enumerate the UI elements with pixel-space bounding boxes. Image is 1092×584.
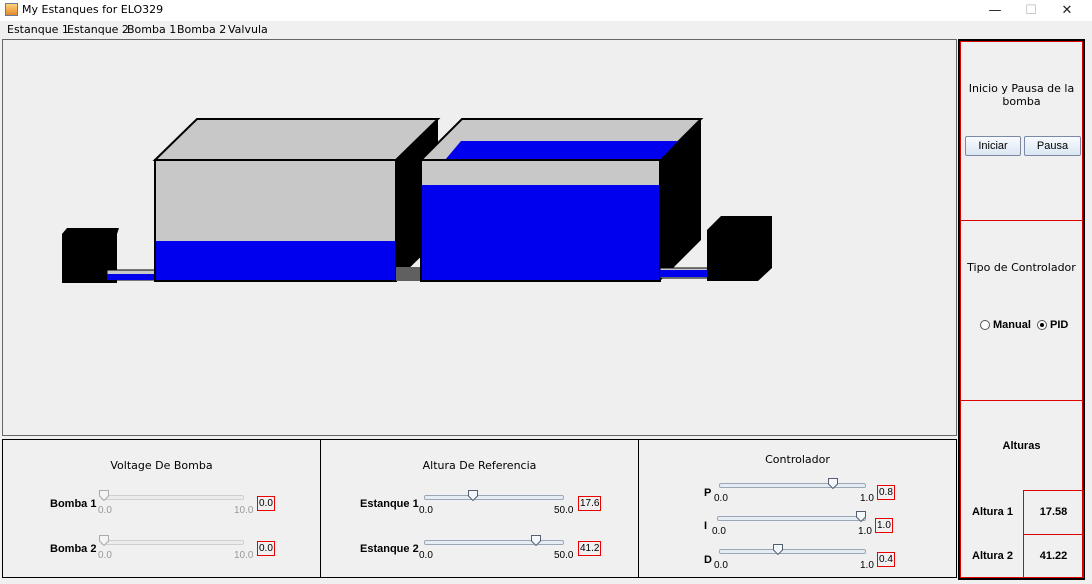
right-panel: Inicio y Pausa de la bomba Iniciar Pausa…	[958, 39, 1085, 580]
tank-2-water	[422, 185, 659, 280]
bomba-2-slider-track[interactable]	[101, 540, 244, 545]
java-app-icon	[5, 3, 18, 16]
voltage-title: Voltage De Bomba	[110, 459, 213, 472]
d-max: 1.0	[860, 560, 874, 571]
pause-button[interactable]: Pausa	[1024, 136, 1081, 156]
estanque-1-max: 50.0	[554, 505, 574, 516]
estanque-2-max: 50.0	[554, 550, 574, 561]
controller-type-title: Tipo de Controlador	[967, 261, 1076, 274]
pump-control-section: Inicio y Pausa de la bomba Iniciar Pausa	[960, 41, 1083, 221]
estanque-1-min: 0.0	[419, 505, 433, 516]
bomba-1-value: 0.0	[257, 496, 275, 511]
estanque-1-label: Estanque 1	[360, 498, 419, 510]
minimize-button[interactable]: —	[977, 0, 1013, 21]
estanque-1-slider-track[interactable]	[424, 495, 564, 500]
menu-estanque-1[interactable]: Estanque 1	[7, 23, 69, 36]
controller-type-section: Tipo de Controlador Manual PID	[960, 220, 1083, 401]
i-max: 1.0	[858, 526, 872, 537]
p-min: 0.0	[714, 493, 728, 504]
title-bar: My Estanques for ELO329 — ☐ ✕	[0, 0, 1092, 21]
start-button[interactable]: Iniciar	[965, 136, 1021, 156]
voltage-panel: Voltage De Bomba Bomba 1 0.0 10.0 0.0 Bo…	[2, 439, 321, 578]
i-value: 1.0	[875, 518, 893, 533]
bomba-2-min: 0.0	[98, 550, 112, 561]
d-min: 0.0	[714, 560, 728, 571]
estanque-2-slider-track[interactable]	[424, 540, 564, 545]
i-slider-track[interactable]	[717, 516, 866, 521]
heights-section: Alturas Altura 1 17.58 Altura 2 41.22	[960, 400, 1084, 578]
d-value: 0.4	[877, 552, 895, 567]
valve	[396, 267, 422, 281]
menu-bomba-2[interactable]: Bomba 2	[177, 23, 226, 36]
i-min: 0.0	[712, 526, 726, 537]
estanque-1-value: 17.6	[578, 496, 602, 511]
bomba-2-slider-thumb[interactable]	[99, 535, 109, 546]
simulation-canvas	[2, 39, 957, 436]
i-label: I	[704, 520, 708, 532]
p-value: 0.8	[877, 485, 895, 500]
altura-2-value: 41.22	[1023, 534, 1084, 578]
altura-1-value: 17.58	[1023, 490, 1084, 535]
menu-bar: Estanque 1 Estanque 2 Bomba 1 Bomba 2 Va…	[0, 21, 1092, 39]
d-slider-track[interactable]	[719, 549, 866, 554]
estanque-1-slider-thumb[interactable]	[468, 490, 479, 501]
p-slider-track[interactable]	[719, 483, 866, 488]
menu-estanque-2[interactable]: Estanque 2	[67, 23, 129, 36]
bomba-1-min: 0.0	[98, 505, 112, 516]
i-slider-thumb[interactable]	[856, 511, 866, 522]
close-button[interactable]: ✕	[1049, 0, 1085, 21]
bomba-1-max: 10.0	[234, 505, 254, 516]
tank-scene	[62, 118, 772, 283]
manual-radio[interactable]	[980, 320, 990, 330]
tank-1	[152, 118, 441, 282]
bomba-1-slider-track[interactable]	[101, 495, 244, 500]
pipe-1	[106, 269, 158, 281]
controller-title: Controlador	[765, 453, 830, 466]
p-label: P	[704, 487, 712, 499]
menu-bomba-1[interactable]: Bomba 1	[127, 23, 176, 36]
manual-radio-label[interactable]: Manual	[993, 319, 1031, 331]
pipe-2	[659, 267, 711, 279]
p-slider-thumb[interactable]	[828, 478, 839, 489]
estanque-2-slider-thumb[interactable]	[530, 535, 541, 546]
controller-panel: Controlador P 0.0 1.0 0.8 I 0.0 1.0 1.0 …	[638, 439, 957, 578]
d-label: D	[704, 554, 712, 566]
pump-2	[707, 216, 772, 281]
maximize-button[interactable]: ☐	[1013, 0, 1049, 21]
pid-radio[interactable]	[1037, 320, 1047, 330]
bomba-2-max: 10.0	[234, 550, 254, 561]
menu-valvula[interactable]: Valvula	[228, 23, 268, 36]
altura-2-label: Altura 2	[972, 550, 1013, 562]
estanque-2-value: 41.2	[578, 541, 602, 556]
tank-2	[418, 118, 704, 282]
estanque-2-min: 0.0	[419, 550, 433, 561]
reference-title: Altura De Referencia	[422, 459, 537, 472]
bomba-2-label: Bomba 2	[50, 543, 97, 555]
bomba-2-value: 0.0	[257, 541, 275, 556]
p-max: 1.0	[860, 493, 874, 504]
bomba-1-slider-thumb[interactable]	[99, 490, 109, 501]
heights-title: Alturas	[1002, 440, 1041, 452]
altura-1-label: Altura 1	[972, 506, 1013, 518]
pid-radio-label[interactable]: PID	[1050, 319, 1068, 331]
estanque-2-label: Estanque 2	[360, 543, 419, 555]
bomba-1-label: Bomba 1	[50, 498, 97, 510]
tank-1-water	[156, 241, 395, 280]
window-title: My Estanques for ELO329	[22, 3, 164, 16]
reference-panel: Altura De Referencia Estanque 1 0.0 50.0…	[320, 439, 639, 578]
pump-control-title: Inicio y Pausa de la bomba	[968, 82, 1075, 108]
d-slider-thumb[interactable]	[772, 544, 783, 555]
